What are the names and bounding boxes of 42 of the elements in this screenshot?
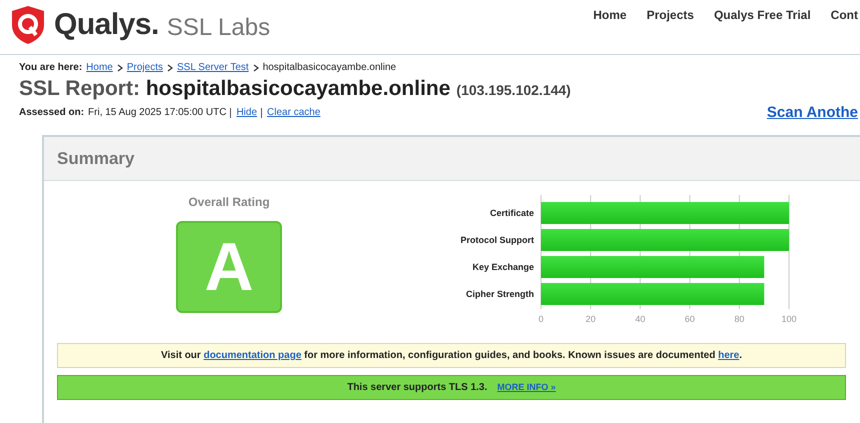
more-info-link[interactable]: MORE INFO » bbox=[497, 382, 556, 393]
rating-label: Overall Rating bbox=[188, 195, 270, 209]
breadcrumb-link[interactable]: SSL Server Test bbox=[176, 62, 249, 73]
tls-message: This server supports TLS 1.3. bbox=[347, 382, 488, 393]
nav-link[interactable]: Cont bbox=[830, 8, 858, 22]
brand-name: Qualys. bbox=[54, 8, 159, 42]
assessed-label: Assessed on: bbox=[19, 107, 84, 118]
assessed-date: Fri, 15 Aug 2025 17:05:00 UTC bbox=[88, 107, 226, 118]
category-label: Certificate bbox=[490, 208, 534, 218]
separator-icon bbox=[166, 64, 173, 72]
divider-icon bbox=[230, 108, 232, 118]
summary-title: Summary bbox=[44, 137, 860, 181]
nav-link[interactable]: Home bbox=[593, 8, 627, 22]
shield-logo-icon bbox=[10, 5, 46, 45]
axis-tick-label: 0 bbox=[538, 314, 544, 324]
breadcrumb-link[interactable]: Projects bbox=[126, 62, 163, 73]
category-label: Cipher Strength bbox=[466, 289, 534, 299]
ip-address: (103.195.102.144) bbox=[456, 82, 571, 98]
separator-icon bbox=[252, 64, 259, 72]
documentation-notice: Visit our documentation page for more information, configuration guides, and books. Known issues are documented here. bbox=[57, 343, 846, 368]
grade-badge: A bbox=[176, 221, 282, 313]
breadcrumb-label: You are here: bbox=[19, 62, 82, 73]
scan-another-link[interactable]: Scan Anothe bbox=[766, 104, 858, 121]
axis-tick-label: 80 bbox=[734, 314, 744, 324]
action-link[interactable]: Clear cache bbox=[267, 107, 320, 118]
axis-tick-label: 100 bbox=[781, 314, 797, 324]
notice-link[interactable]: documentation page bbox=[204, 350, 302, 361]
nav-link[interactable]: Qualys Free Trial bbox=[714, 8, 811, 22]
axis-tick-label: 60 bbox=[684, 314, 695, 324]
report-title: SSL Report: hospitalbasicocayambe.online bbox=[19, 77, 450, 101]
axis-tick-label: 40 bbox=[635, 314, 646, 324]
breadcrumb-link[interactable]: Home bbox=[86, 62, 113, 73]
product-name: SSL Labs bbox=[166, 14, 270, 42]
separator-icon bbox=[116, 64, 123, 72]
category-label: Protocol Support bbox=[460, 235, 534, 245]
action-link[interactable]: Hide bbox=[236, 107, 258, 118]
category-label: Key Exchange bbox=[472, 262, 534, 272]
divider-icon bbox=[261, 108, 264, 118]
breadcrumb-current: hospitalbasicocayambe.online bbox=[262, 62, 396, 73]
notice-link[interactable]: here bbox=[718, 350, 740, 361]
axis-tick-label: 20 bbox=[586, 314, 596, 324]
nav-link[interactable]: Projects bbox=[646, 8, 694, 22]
